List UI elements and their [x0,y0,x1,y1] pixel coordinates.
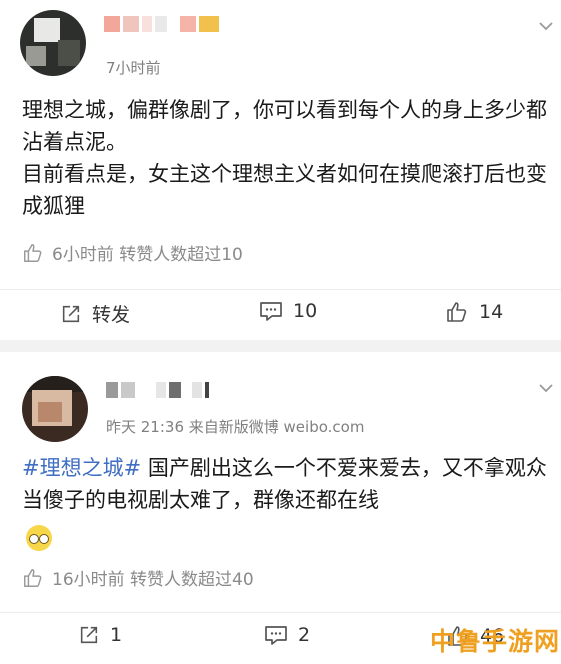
repost-button[interactable]: 1 [78,624,122,646]
avatar[interactable] [20,10,86,76]
divider [0,612,561,613]
post-time: 7小时前 [106,59,161,77]
post-time-source: 昨天 21:36 来自新版微博 weibo.com [106,418,365,436]
thumbs-up-icon [24,243,42,262]
hashtag-link[interactable]: #理想之城# [22,456,141,480]
repost-stats[interactable]: 6小时前 转赞人数超过10 [22,240,243,265]
comment-icon [265,626,287,645]
comment-button[interactable]: 10 [259,300,317,322]
repost-count: 1 [110,624,123,646]
chevron-down-icon[interactable] [538,380,554,396]
comment-count: 2 [298,624,311,646]
username-blurred[interactable] [106,382,209,398]
repost-label: 转发 [92,304,131,326]
laughing-emoji-icon [26,525,52,551]
repost-button[interactable]: 转发 [60,300,130,327]
repost-stats[interactable]: 16小时前 转赞人数超过40 [22,565,254,590]
comment-count: 10 [293,300,318,322]
repost-stats-text: 6小时前 转赞人数超过10 [52,245,243,265]
thumbs-up-icon [24,568,42,587]
like-count: 14 [479,301,504,323]
repost-stats-text: 16小时前 转赞人数超过40 [52,570,254,590]
comment-button[interactable]: 2 [264,624,310,646]
chevron-down-icon[interactable] [538,18,554,34]
post-text: 理想之城，偏群像剧了，你可以看到每个人的身上多少都沾着点泥。 目前看点是，女主这… [22,98,547,218]
like-button[interactable]: 14 [445,300,503,324]
thumbs-up-icon [447,302,467,322]
repost-icon [62,305,80,322]
divider [0,289,561,290]
repost-icon [80,626,98,644]
post-text: #理想之城# 国产剧出这么一个不爱来爱去，又不拿观众当傻子的电视剧太难了，群像还… [22,452,547,516]
avatar[interactable] [22,376,88,442]
username-blurred[interactable] [104,16,219,32]
weibo-post-card-1: 7小时前 理想之城，偏群像剧了，你可以看到每个人的身上多少都沾着点泥。 目前看点… [0,0,561,340]
site-watermark: 中鲁手游网 [430,627,561,656]
comment-icon [260,302,282,321]
